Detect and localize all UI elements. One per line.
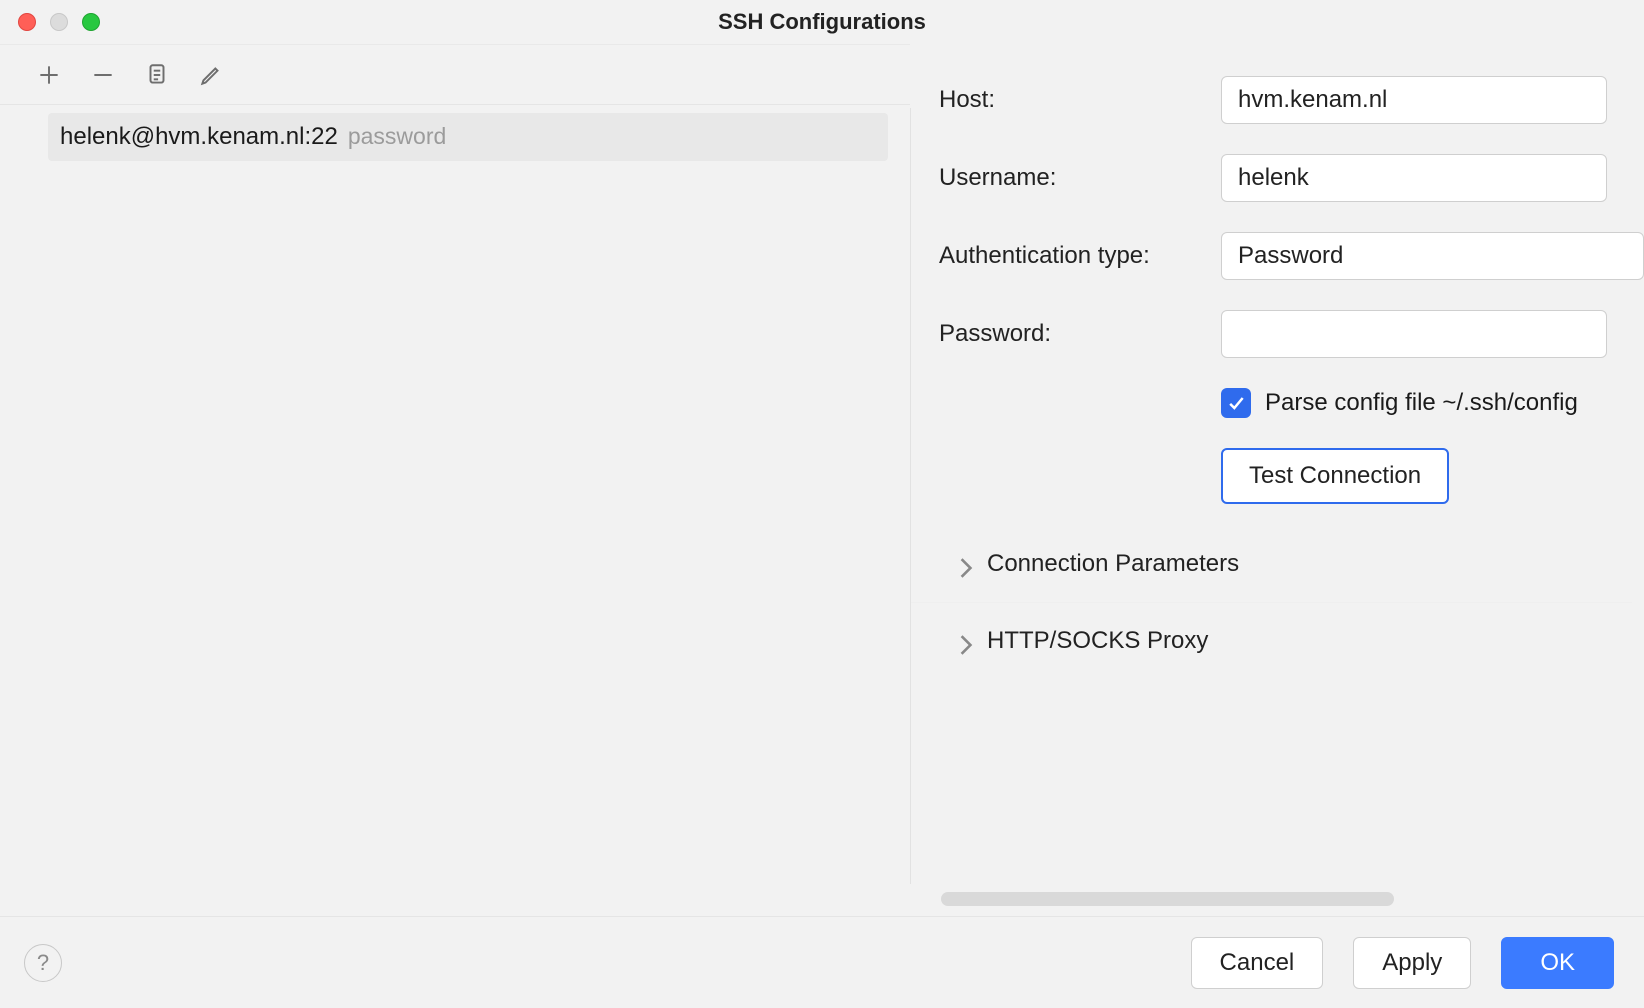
remove-icon[interactable] bbox=[90, 62, 116, 88]
copy-icon[interactable] bbox=[144, 62, 170, 88]
test-connection-label: Test Connection bbox=[1249, 462, 1421, 490]
proxy-label: HTTP/SOCKS Proxy bbox=[987, 627, 1208, 655]
auth-type-value: Password bbox=[1238, 242, 1343, 270]
config-item-primary: helenk@hvm.kenam.nl:22 bbox=[60, 123, 338, 151]
config-item-secondary: password bbox=[348, 123, 446, 150]
password-label: Password: bbox=[939, 320, 1209, 348]
config-list: helenk@hvm.kenam.nl:22 password bbox=[0, 105, 910, 916]
apply-label: Apply bbox=[1382, 949, 1442, 976]
username-label: Username: bbox=[939, 164, 1209, 192]
right-panel: Host: Username: Authentication type: Pas… bbox=[911, 44, 1644, 916]
cancel-label: Cancel bbox=[1220, 949, 1295, 976]
list-toolbar bbox=[0, 45, 910, 105]
chevron-right-icon bbox=[959, 557, 973, 571]
apply-button[interactable]: Apply bbox=[1353, 937, 1471, 989]
username-input[interactable] bbox=[1221, 154, 1607, 202]
left-panel: helenk@hvm.kenam.nl:22 password bbox=[0, 44, 910, 916]
body: helenk@hvm.kenam.nl:22 password Host: Us… bbox=[0, 44, 1644, 916]
chevron-right-icon bbox=[959, 634, 973, 648]
test-connection-button[interactable]: Test Connection bbox=[1221, 448, 1449, 504]
auth-type-label: Authentication type: bbox=[939, 242, 1209, 270]
proxy-expander[interactable]: HTTP/SOCKS Proxy bbox=[911, 603, 1632, 679]
ok-label: OK bbox=[1540, 949, 1575, 976]
config-list-item[interactable]: helenk@hvm.kenam.nl:22 password bbox=[48, 113, 888, 161]
edit-icon[interactable] bbox=[198, 62, 224, 88]
parse-config-row: Parse config file ~/.ssh/config bbox=[1221, 388, 1644, 418]
auth-type-select[interactable]: Password bbox=[1221, 232, 1644, 280]
parse-config-checkbox[interactable] bbox=[1221, 388, 1251, 418]
window-title: SSH Configurations bbox=[0, 9, 1644, 35]
add-icon[interactable] bbox=[36, 62, 62, 88]
connection-parameters-expander[interactable]: Connection Parameters bbox=[911, 526, 1632, 603]
ok-button[interactable]: OK bbox=[1501, 937, 1614, 989]
password-input[interactable] bbox=[1221, 310, 1607, 358]
titlebar: SSH Configurations bbox=[0, 0, 1644, 44]
footer: ? Cancel Apply OK bbox=[0, 916, 1644, 1008]
cancel-button[interactable]: Cancel bbox=[1191, 937, 1324, 989]
ssh-config-window: SSH Configurations helenk@hvm.k bbox=[0, 0, 1644, 1008]
parse-config-label: Parse config file ~/.ssh/config bbox=[1265, 389, 1578, 417]
help-button[interactable]: ? bbox=[24, 944, 62, 982]
host-label: Host: bbox=[939, 86, 1209, 114]
connection-parameters-label: Connection Parameters bbox=[987, 550, 1239, 578]
config-form: Host: Username: Authentication type: Pas… bbox=[911, 76, 1644, 504]
host-input[interactable] bbox=[1221, 76, 1607, 124]
horizontal-scrollbar[interactable] bbox=[941, 892, 1394, 906]
